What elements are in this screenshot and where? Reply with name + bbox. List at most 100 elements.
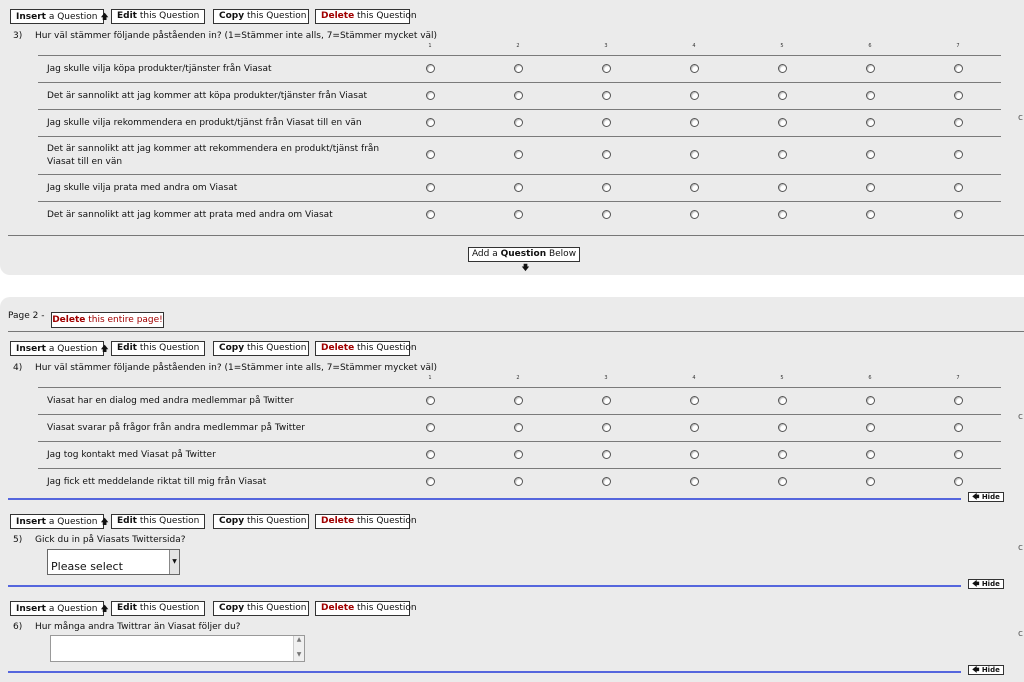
rating-radio-7[interactable] bbox=[954, 64, 963, 73]
rating-radio-2[interactable] bbox=[514, 396, 523, 405]
copy-question-button[interactable]: Copy this Question bbox=[213, 341, 309, 356]
hide-button[interactable]: 🡄 Hide bbox=[968, 579, 1004, 589]
edit-question-button[interactable]: Edit this Question bbox=[111, 514, 205, 529]
rating-radio-6[interactable] bbox=[866, 183, 875, 192]
hide-button[interactable]: 🡄 Hide bbox=[968, 492, 1004, 502]
rating-radio-5[interactable] bbox=[778, 396, 787, 405]
rating-radio-7[interactable] bbox=[954, 150, 963, 159]
rating-radio-7[interactable] bbox=[954, 210, 963, 219]
rating-radio-7[interactable] bbox=[954, 183, 963, 192]
rating-radio-1[interactable] bbox=[426, 477, 435, 486]
rating-radio-2[interactable] bbox=[514, 91, 523, 100]
dropdown-arrow-icon[interactable]: ▼ bbox=[169, 550, 179, 574]
delete-page-button[interactable]: Delete this entire page! bbox=[51, 312, 164, 328]
rating-radio-6[interactable] bbox=[866, 423, 875, 432]
rating-radio-5[interactable] bbox=[778, 118, 787, 127]
rating-radio-1[interactable] bbox=[426, 91, 435, 100]
delete-question-button[interactable]: Delete this Question bbox=[315, 601, 417, 616]
rating-radio-5[interactable] bbox=[778, 150, 787, 159]
rating-radio-6[interactable] bbox=[866, 150, 875, 159]
edit-question-button[interactable]: Edit this Question bbox=[111, 341, 205, 356]
rating-radio-6[interactable] bbox=[866, 477, 875, 486]
scroll-up-icon[interactable]: ▲ bbox=[294, 636, 304, 646]
rating-radio-3[interactable] bbox=[602, 210, 611, 219]
rating-radio-5[interactable] bbox=[778, 183, 787, 192]
rating-radio-1[interactable] bbox=[426, 423, 435, 432]
insert-question-button[interactable]: Insert a Question 🡅 bbox=[10, 601, 109, 616]
row-divider bbox=[38, 174, 1001, 175]
edge-mark: c bbox=[1018, 629, 1023, 639]
rating-radio-3[interactable] bbox=[602, 91, 611, 100]
rating-radio-4[interactable] bbox=[690, 183, 699, 192]
rating-radio-2[interactable] bbox=[514, 450, 523, 459]
rating-radio-4[interactable] bbox=[690, 210, 699, 219]
hide-button[interactable]: 🡄 Hide bbox=[968, 665, 1004, 675]
rating-radio-3[interactable] bbox=[602, 118, 611, 127]
rating-radio-4[interactable] bbox=[690, 450, 699, 459]
rating-radio-7[interactable] bbox=[954, 450, 963, 459]
rating-radio-2[interactable] bbox=[514, 150, 523, 159]
rating-radio-6[interactable] bbox=[866, 396, 875, 405]
rating-radio-5[interactable] bbox=[778, 423, 787, 432]
rating-radio-4[interactable] bbox=[690, 396, 699, 405]
edit-question-button[interactable]: Edit this Question bbox=[111, 601, 205, 616]
twitter-following-textarea[interactable]: ▲ ▼ bbox=[50, 635, 305, 662]
rating-radio-2[interactable] bbox=[514, 477, 523, 486]
rating-radio-3[interactable] bbox=[602, 450, 611, 459]
rating-radio-3[interactable] bbox=[602, 183, 611, 192]
rating-radio-4[interactable] bbox=[690, 150, 699, 159]
delete-question-button[interactable]: Delete this Question bbox=[315, 514, 417, 529]
add-question-below-button[interactable]: Add a Question Below 🡇 bbox=[468, 247, 580, 272]
copy-question-button[interactable]: Copy this Question bbox=[213, 514, 309, 529]
rating-radio-3[interactable] bbox=[602, 150, 611, 159]
rating-radio-7[interactable] bbox=[954, 91, 963, 100]
rating-radio-1[interactable] bbox=[426, 150, 435, 159]
rating-radio-7[interactable] bbox=[954, 423, 963, 432]
rating-radio-3[interactable] bbox=[602, 396, 611, 405]
delete-question-button[interactable]: Delete this Question bbox=[315, 341, 417, 356]
rating-radio-5[interactable] bbox=[778, 210, 787, 219]
rating-radio-2[interactable] bbox=[514, 210, 523, 219]
rating-radio-1[interactable] bbox=[426, 396, 435, 405]
rating-radio-3[interactable] bbox=[602, 477, 611, 486]
copy-question-button[interactable]: Copy this Question bbox=[213, 601, 309, 616]
rating-radio-2[interactable] bbox=[514, 118, 523, 127]
rating-radio-1[interactable] bbox=[426, 210, 435, 219]
rating-radio-6[interactable] bbox=[866, 450, 875, 459]
rating-radio-6[interactable] bbox=[866, 91, 875, 100]
rating-radio-7[interactable] bbox=[954, 396, 963, 405]
copy-question-button[interactable]: Copy this Question bbox=[213, 9, 309, 24]
rating-radio-1[interactable] bbox=[426, 118, 435, 127]
rating-radio-4[interactable] bbox=[690, 118, 699, 127]
rating-radio-6[interactable] bbox=[866, 64, 875, 73]
rating-radio-2[interactable] bbox=[514, 183, 523, 192]
rating-radio-5[interactable] bbox=[778, 64, 787, 73]
question-text: Hur väl stämmer följande påståenden in? … bbox=[35, 31, 438, 41]
rating-radio-3[interactable] bbox=[602, 64, 611, 73]
scroll-down-icon[interactable]: ▼ bbox=[294, 651, 304, 661]
rating-radio-7[interactable] bbox=[954, 477, 963, 486]
rating-radio-3[interactable] bbox=[602, 423, 611, 432]
insert-question-button[interactable]: Insert a Question 🡅 bbox=[10, 514, 109, 529]
rating-radio-1[interactable] bbox=[426, 64, 435, 73]
edit-question-button[interactable]: Edit this Question bbox=[111, 9, 205, 24]
insert-question-button[interactable]: Insert a Question 🡅 bbox=[10, 9, 109, 24]
rating-radio-5[interactable] bbox=[778, 450, 787, 459]
rating-radio-5[interactable] bbox=[778, 91, 787, 100]
twitter-visit-select[interactable]: Please select ▼ bbox=[47, 549, 180, 575]
rating-radio-4[interactable] bbox=[690, 64, 699, 73]
rating-radio-5[interactable] bbox=[778, 477, 787, 486]
textarea-scrollbar[interactable]: ▲ ▼ bbox=[293, 636, 304, 661]
rating-radio-6[interactable] bbox=[866, 210, 875, 219]
rating-radio-1[interactable] bbox=[426, 450, 435, 459]
rating-radio-2[interactable] bbox=[514, 423, 523, 432]
rating-radio-6[interactable] bbox=[866, 118, 875, 127]
rating-radio-7[interactable] bbox=[954, 118, 963, 127]
rating-radio-4[interactable] bbox=[690, 477, 699, 486]
delete-question-button[interactable]: Delete this Question bbox=[315, 9, 417, 24]
insert-question-button[interactable]: Insert a Question 🡅 bbox=[10, 341, 109, 356]
rating-radio-4[interactable] bbox=[690, 423, 699, 432]
rating-radio-2[interactable] bbox=[514, 64, 523, 73]
rating-radio-1[interactable] bbox=[426, 183, 435, 192]
rating-radio-4[interactable] bbox=[690, 91, 699, 100]
